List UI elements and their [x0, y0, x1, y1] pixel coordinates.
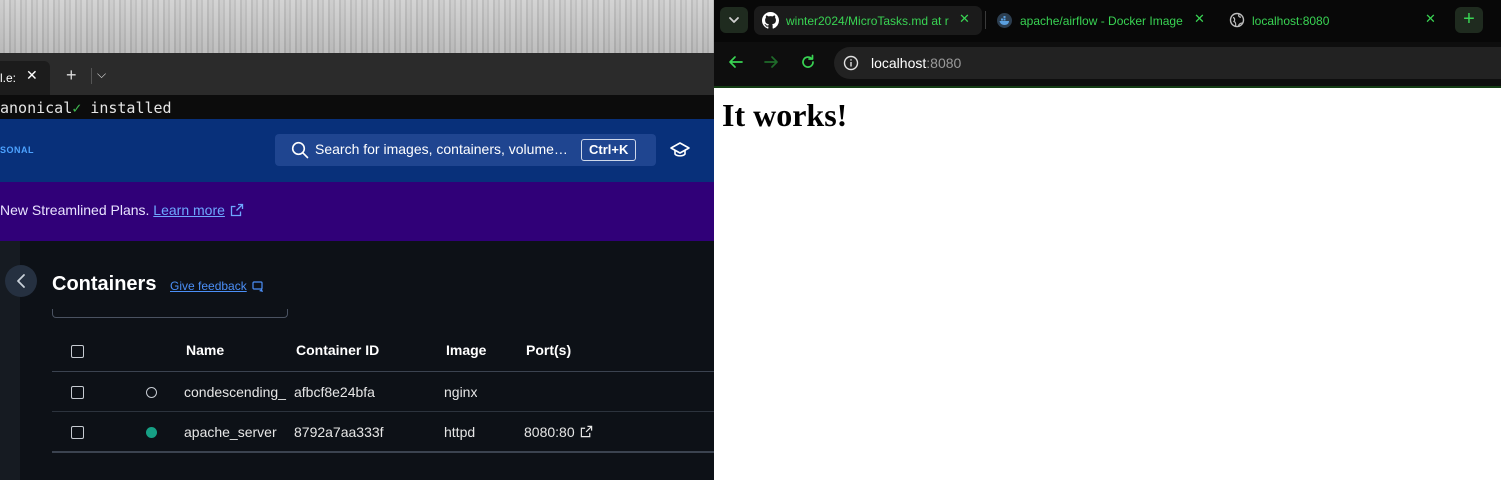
tab-title: winter2024/MicroTasks.md at r	[786, 14, 949, 28]
tab-title: apache/airflow - Docker Image	[1020, 14, 1183, 28]
container-name[interactable]: condescending_	[184, 372, 288, 412]
status-stopped-icon	[146, 387, 157, 398]
browser-window: winter2024/MicroTasks.md at r ✕ apache/a…	[714, 0, 1501, 480]
browser-tab-bar: winter2024/MicroTasks.md at r ✕ apache/a…	[714, 0, 1501, 43]
web-page: It works!	[714, 88, 1501, 480]
site-info-icon[interactable]	[843, 55, 859, 71]
left-pane: l.e: ✕ + ⌵ anonical✓ installed SONAL Sea…	[0, 0, 714, 480]
promo-banner: New Streamlined Plans. Learn more	[0, 182, 714, 241]
tab-github-microtasks[interactable]: winter2024/MicroTasks.md at r ✕	[754, 6, 982, 35]
container-image[interactable]: nginx	[444, 372, 477, 412]
collapse-sidebar-button[interactable]	[5, 265, 37, 297]
desktop-wallpaper	[0, 0, 714, 53]
container-id: 8792a7aa333f	[294, 424, 384, 440]
address-bar[interactable]: localhost:8080	[834, 47, 1501, 79]
new-tab-button[interactable]: +	[66, 65, 77, 86]
containers-table: Name Container ID Image Port(s) condesce…	[52, 330, 714, 453]
column-header-container-id[interactable]: Container ID	[296, 330, 379, 371]
banner-text: New Streamlined Plans. Learn more	[0, 202, 225, 218]
column-header-name[interactable]: Name	[186, 330, 224, 371]
table-row[interactable]: apache_server 8792a7aa333f httpd 8080:80	[52, 412, 714, 453]
external-link-icon[interactable]	[580, 425, 593, 438]
status-running-icon	[146, 427, 157, 438]
docker-header: SONAL Search for images, containers, vol…	[0, 119, 714, 182]
tab-docker-airflow[interactable]: apache/airflow - Docker Image ✕	[988, 6, 1216, 35]
page-title: Containers	[52, 273, 157, 295]
close-icon[interactable]: ✕	[1425, 11, 1436, 27]
feedback-icon	[252, 281, 263, 292]
tab-divider	[985, 11, 986, 29]
plan-label: SONAL	[0, 145, 34, 155]
column-header-ports[interactable]: Port(s)	[526, 330, 571, 371]
learn-more-link[interactable]: Learn more	[153, 202, 225, 218]
new-tab-button[interactable]: +	[1455, 7, 1483, 33]
search-placeholder: Search for images, containers, volume…	[315, 141, 568, 157]
terminal-text: anonical	[0, 99, 73, 117]
divider	[91, 68, 92, 84]
container-ports-link[interactable]: 8080:80	[524, 412, 575, 452]
close-icon[interactable]: ✕	[26, 67, 38, 84]
search-input[interactable]: Search for images, containers, volume… C…	[275, 134, 656, 166]
back-icon[interactable]	[727, 53, 745, 71]
terminal-tab-title: l.e:	[0, 71, 17, 85]
tab-title: localhost:8080	[1252, 14, 1330, 28]
terminal-tab-bar: l.e: ✕ + ⌵	[0, 53, 714, 95]
containers-view: Containers Give feedback Name Container …	[0, 241, 714, 480]
browser-toolbar: localhost:8080	[714, 42, 1501, 86]
give-feedback-link[interactable]: Give feedback	[170, 279, 247, 293]
container-id: afbcf8e24bfa	[294, 384, 375, 400]
reload-icon[interactable]	[799, 53, 817, 71]
page-heading: It works!	[722, 97, 848, 133]
docker-icon	[997, 13, 1012, 28]
shortcut-badge: Ctrl+K	[581, 139, 637, 161]
globe-icon	[1229, 12, 1245, 28]
table-row[interactable]: condescending_ afbcf8e24bfa nginx	[52, 372, 714, 412]
check-icon: ✓	[72, 99, 82, 117]
url-port: :8080	[926, 55, 962, 71]
container-image[interactable]: httpd	[444, 412, 475, 452]
banner-message: New Streamlined Plans.	[0, 202, 150, 218]
github-icon	[762, 12, 779, 29]
terminal-output: anonical✓ installed	[0, 95, 714, 119]
chevron-down-icon[interactable]: ⌵	[97, 67, 106, 82]
column-header-image[interactable]: Image	[446, 330, 486, 371]
container-name[interactable]: apache_server	[184, 412, 277, 452]
chevron-left-icon	[17, 274, 25, 288]
learning-center-icon[interactable]	[669, 140, 691, 160]
select-all-checkbox[interactable]	[71, 345, 84, 358]
row-checkbox[interactable]	[71, 386, 84, 399]
chevron-down-icon	[729, 17, 739, 23]
close-icon[interactable]: ✕	[959, 11, 970, 27]
forward-icon[interactable]	[762, 53, 780, 71]
terminal-text: installed	[81, 99, 172, 117]
terminal-tab[interactable]: l.e: ✕	[0, 61, 50, 95]
table-header: Name Container ID Image Port(s)	[52, 330, 714, 372]
row-checkbox[interactable]	[71, 426, 84, 439]
close-icon[interactable]: ✕	[1194, 11, 1205, 27]
tab-localhost[interactable]: localhost:8080 ✕	[1222, 6, 1450, 35]
external-link-icon	[230, 203, 244, 217]
search-icon	[291, 141, 309, 159]
search-filter-field[interactable]	[52, 309, 288, 318]
url-host: localhost	[871, 55, 927, 71]
tab-search-button[interactable]	[720, 7, 748, 33]
url-text: localhost:8080	[871, 55, 961, 71]
terminal-line: anonical✓ installed	[0, 99, 172, 117]
